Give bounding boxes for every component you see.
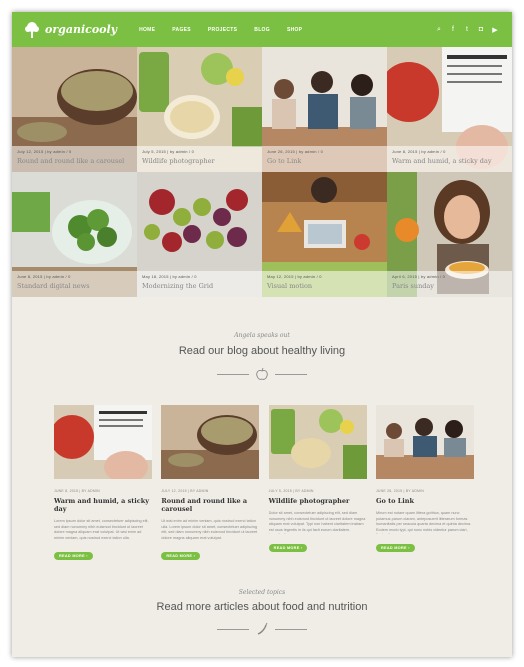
tile-caption: July 12, 2015 | by admin / 0 Round and r… bbox=[12, 146, 137, 172]
menu-item-home[interactable]: HOME bbox=[139, 27, 155, 33]
card-title[interactable]: Go to Link bbox=[376, 497, 474, 505]
menu-item-projects[interactable]: PROJECTS bbox=[208, 27, 237, 33]
section-divider bbox=[217, 367, 307, 381]
tile-title: Paris sunday bbox=[392, 282, 434, 290]
card-meta: JULY 5, 2015 | BY ADMIN bbox=[268, 489, 314, 493]
tile-title: Round and round like a carousel bbox=[17, 157, 125, 165]
nutrition-label-thumb bbox=[54, 405, 152, 479]
card-excerpt: Mirum est notare quam littera gothica, q… bbox=[375, 511, 472, 534]
card-image[interactable] bbox=[54, 405, 152, 479]
card-image[interactable] bbox=[268, 405, 367, 479]
blog-card: JUNE 26, 2015 | BY ADMIN Go to Link Miru… bbox=[375, 405, 474, 575]
tile-title: Standard digital news bbox=[17, 282, 90, 290]
grid-tile[interactable]: May 12, 2015 | by admin / 0 Visual motio… bbox=[262, 172, 387, 297]
instagram-icon[interactable]: ◘ bbox=[476, 25, 486, 35]
topics-section-title: Read more articles about food and nutrit… bbox=[156, 601, 368, 613]
card-title[interactable]: Warm and humid, a sticky day bbox=[54, 497, 152, 513]
tile-caption: June 8, 2015 | by admin / 0 Warm and hum… bbox=[387, 146, 512, 172]
card-title[interactable]: Wildlife photographer bbox=[269, 497, 367, 505]
tile-meta: May 12, 2015 | by admin / 0 bbox=[267, 274, 322, 279]
tile-caption: June 26, 2015 | by admin / 0 Go to Link bbox=[262, 146, 387, 172]
card-excerpt: Dolor sit amet, consectetuer adipiscing … bbox=[268, 511, 366, 534]
blog-section-title: Read our blog about healthy living bbox=[178, 345, 346, 357]
blog-card: JUNE 8, 2015 | BY ADMIN Warm and humid, … bbox=[54, 405, 152, 575]
card-image[interactable] bbox=[375, 405, 474, 479]
tile-meta: May 18, 2015 | by admin / 0 bbox=[142, 274, 197, 279]
logo-text: organicooly bbox=[45, 23, 118, 36]
grid-tile[interactable]: July 12, 2015 | by admin / 0 Round and r… bbox=[12, 47, 137, 172]
grid-tile[interactable]: July 5, 2015 | by admin / 0 Wildlife pho… bbox=[137, 47, 262, 172]
tile-caption: May 12, 2015 | by admin / 0 Visual motio… bbox=[262, 271, 387, 297]
read-more-button[interactable]: READ MORE › bbox=[375, 544, 415, 552]
tile-meta: April 6, 2015 | by admin / 0 bbox=[392, 274, 446, 279]
tile-meta: June 26, 2015 | by admin / 0 bbox=[267, 149, 324, 154]
page-frame: organicooly HOME PAGES PROJECTS BLOG SHO… bbox=[12, 12, 512, 657]
menu-item-blog[interactable]: BLOG bbox=[254, 27, 270, 33]
youtube-icon[interactable]: ▶ bbox=[490, 25, 500, 35]
tile-meta: June 8, 2015 | by admin / 0 bbox=[17, 274, 71, 279]
menu-item-shop[interactable]: SHOP bbox=[287, 27, 302, 33]
card-meta: JUNE 26, 2015 | BY ADMIN bbox=[375, 489, 425, 493]
grid-tile[interactable]: June 26, 2015 | by admin / 0 Go to Link bbox=[262, 47, 387, 172]
section-divider bbox=[217, 622, 307, 636]
tile-title: Go to Link bbox=[267, 157, 302, 165]
tile-meta: July 5, 2015 | by admin / 0 bbox=[142, 149, 195, 154]
grains-bowl-thumb bbox=[161, 405, 260, 479]
tile-meta: June 8, 2015 | by admin / 0 bbox=[392, 149, 446, 154]
tile-meta: July 12, 2015 | by admin / 0 bbox=[17, 149, 72, 154]
top-navigation: organicooly HOME PAGES PROJECTS BLOG SHO… bbox=[12, 12, 512, 47]
read-more-button[interactable]: READ MORE › bbox=[161, 552, 201, 560]
grid-tile[interactable]: June 8, 2015 | by admin / 0 Standard dig… bbox=[12, 172, 137, 297]
apple-icon bbox=[256, 367, 268, 380]
tile-caption: May 18, 2015 | by admin / 0 Modernizing … bbox=[137, 271, 262, 297]
grid-tile[interactable]: May 18, 2015 | by admin / 0 Modernizing … bbox=[137, 172, 262, 297]
blog-card: JULY 12, 2015 | BY ADMIN Round and round… bbox=[161, 405, 260, 575]
tile-title: Visual motion bbox=[267, 282, 313, 290]
tile-title: Wildlife photographer bbox=[142, 157, 215, 165]
card-excerpt: Ut wisi enim ad minim veniam, quis nostr… bbox=[161, 519, 258, 540]
read-more-button[interactable]: READ MORE › bbox=[54, 552, 93, 560]
tile-title: Warm and humid, a sticky day bbox=[392, 157, 492, 165]
menu-item-pages[interactable]: PAGES bbox=[172, 27, 191, 33]
tree-logo-icon bbox=[22, 20, 42, 40]
grid-tile[interactable]: June 8, 2015 | by admin / 0 Warm and hum… bbox=[387, 47, 512, 172]
tile-caption: April 6, 2015 | by admin / 0 Paris sunda… bbox=[387, 271, 512, 297]
read-more-button[interactable]: READ MORE › bbox=[268, 544, 308, 552]
grid-tile[interactable]: April 6, 2015 | by admin / 0 Paris sunda… bbox=[387, 172, 512, 297]
topics-kicker: Selected topics bbox=[238, 589, 286, 596]
featured-grid: July 12, 2015 | by admin / 0 Round and r… bbox=[12, 47, 512, 297]
card-title[interactable]: Round and round like a carousel bbox=[161, 497, 259, 513]
blog-cards: JUNE 8, 2015 | BY ADMIN Warm and humid, … bbox=[54, 405, 474, 575]
tile-title: Modernizing the Grid bbox=[142, 282, 214, 290]
search-icon[interactable]: ⌕ bbox=[434, 25, 444, 35]
chili-pepper-icon bbox=[257, 622, 268, 635]
tile-caption: July 5, 2015 | by admin / 0 Wildlife pho… bbox=[137, 146, 262, 172]
card-excerpt: Lorem ipsum dolor sit amet, consectetuer… bbox=[54, 519, 149, 540]
main-menu: HOME PAGES PROJECTS BLOG SHOP bbox=[139, 27, 319, 33]
facebook-icon[interactable]: f bbox=[448, 25, 458, 35]
blog-kicker: Angela speaks out bbox=[234, 332, 290, 339]
tile-caption: June 8, 2015 | by admin / 0 Standard dig… bbox=[12, 271, 137, 297]
social-icons: ⌕ f t ◘ ▶ bbox=[430, 25, 500, 35]
twitter-icon[interactable]: t bbox=[462, 25, 472, 35]
smoothie-thumb bbox=[268, 405, 367, 479]
logo[interactable]: organicooly bbox=[22, 20, 117, 40]
card-meta: JUNE 8, 2015 | BY ADMIN bbox=[54, 489, 100, 493]
card-meta: JULY 12, 2015 | BY ADMIN bbox=[161, 489, 209, 493]
blog-card: JULY 5, 2015 | BY ADMIN Wildlife photogr… bbox=[268, 405, 367, 575]
cafe-people-thumb bbox=[375, 405, 474, 479]
card-image[interactable] bbox=[161, 405, 260, 479]
